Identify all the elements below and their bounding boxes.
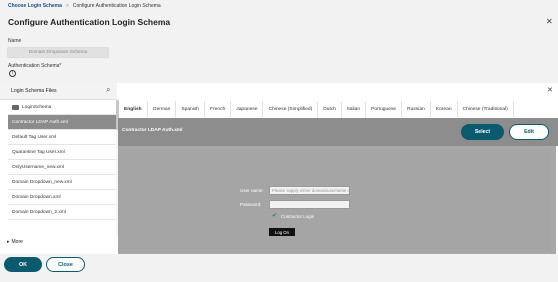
tab-japanese[interactable]: Japanese <box>231 101 264 117</box>
name-label: Name <box>8 38 22 44</box>
tab-russian[interactable]: Russian <box>402 101 431 117</box>
tab-chinese-traditional[interactable]: Chinese (Traditional) <box>458 101 514 117</box>
preview-file-name: Contractor LDAP Auth.xml <box>122 128 183 133</box>
edit-button[interactable]: Edit <box>509 124 549 140</box>
tab-french[interactable]: French <box>205 101 232 117</box>
tab-chinese-simplified[interactable]: Chinese (Simplified) <box>263 101 319 117</box>
tab-portuguese[interactable]: Portuguese <box>366 101 403 117</box>
tab-italian[interactable]: Italian <box>342 101 367 117</box>
auth-schema-label: Authentication Schema* <box>8 63 62 69</box>
tab-dutch[interactable]: Dutch <box>318 101 343 117</box>
ok-button[interactable]: OK <box>4 257 42 272</box>
breadcrumb-parent-link[interactable]: Choose Login Schema <box>8 3 62 9</box>
file-item-domain-dropdown[interactable]: Domain Dropdown.xml <box>8 190 116 205</box>
language-tabs: English German Spanish French Japanese C… <box>119 101 514 117</box>
tab-english[interactable]: English <box>119 101 148 117</box>
close-icon[interactable]: ✕ <box>547 86 553 94</box>
file-list: LoginSchema Contractor LDAP Auth.xml Def… <box>8 100 116 220</box>
files-header: Login Schema Files <box>0 83 117 100</box>
contractor-login-label: Contractor Login <box>281 214 315 219</box>
folder-icon <box>12 104 19 110</box>
chevron-right-icon: > <box>65 3 69 9</box>
file-item-domain-dropdown-new[interactable]: Domain Dropdown_new.xml <box>8 175 116 190</box>
password-label: Password: <box>240 202 262 207</box>
file-item-quarantine-tag[interactable]: Quarantine Tag User.xml <box>8 145 116 160</box>
user-name-input[interactable]: Please supply either domain\username or … <box>269 186 350 195</box>
search-icon[interactable]: ⌕ <box>106 85 110 95</box>
tab-spanish[interactable]: Spanish <box>176 101 206 117</box>
files-title: Login Schema Files <box>11 88 57 94</box>
file-item-default-tag[interactable]: Default Tag User.xml <box>8 130 116 145</box>
folder-item[interactable]: LoginSchema <box>8 100 116 115</box>
file-item-domain-dropdown-2[interactable]: Domain Dropdown_2.xml <box>8 205 116 220</box>
chevron-right-icon: ▸ <box>7 239 10 245</box>
password-input[interactable] <box>269 200 350 209</box>
name-input[interactable]: Domain Dropdown Schema <box>7 47 109 58</box>
user-name-label: User name: <box>240 188 264 193</box>
checkmark-icon[interactable]: ✔ <box>272 212 277 219</box>
file-item-contractor-ldap[interactable]: Contractor LDAP Auth.xml <box>8 115 116 130</box>
tab-german[interactable]: German <box>148 101 177 117</box>
log-on-button[interactable]: Log On <box>269 228 295 236</box>
select-button[interactable]: Select <box>461 124 504 140</box>
close-button[interactable]: Close <box>46 257 85 272</box>
more-label: More <box>11 239 23 245</box>
file-item-only-username[interactable]: OnlyUsername_new.xml <box>8 160 116 175</box>
info-icon[interactable]: i <box>9 70 16 77</box>
breadcrumb: Choose Login Schema > Configure Authenti… <box>8 3 161 9</box>
close-icon[interactable]: ✕ <box>546 17 553 26</box>
folder-label: LoginSchema <box>22 104 52 110</box>
tab-korean[interactable]: Korean <box>431 101 458 117</box>
page-title: Configure Authentication Login Schema <box>8 17 171 27</box>
breadcrumb-current: Configure Authentication Login Schema <box>72 3 161 9</box>
more-toggle[interactable]: ▸ More <box>7 239 23 245</box>
